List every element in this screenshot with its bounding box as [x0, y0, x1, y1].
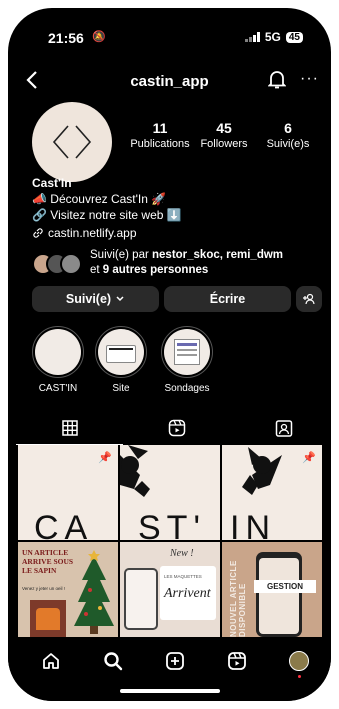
avatar: [60, 253, 82, 275]
highlight-ring: [95, 326, 147, 378]
link-icon: [33, 228, 43, 238]
followed-by-names: nestor_skoc, remi_dwm: [152, 249, 284, 261]
profile-avatar-tab[interactable]: [287, 649, 311, 673]
post-text: Arrivent: [164, 586, 211, 601]
battery-icon: 45: [285, 31, 303, 43]
tagged-icon: [275, 420, 292, 437]
bio-link-text: castin.netlify.app: [48, 226, 137, 240]
bio-link[interactable]: castin.netlify.app: [32, 225, 322, 241]
highlight-cover: [164, 329, 210, 375]
bell-icon[interactable]: [267, 70, 287, 95]
network-label: 5G: [264, 30, 281, 44]
highlight-label: Site: [112, 383, 130, 394]
highlight-cover: [98, 329, 144, 375]
add-person-button[interactable]: [296, 286, 322, 312]
followed-by[interactable]: Suivi(e) par nestor_skoc, remi_dwm et 9 …: [32, 248, 322, 284]
chevron-down-icon: [116, 296, 124, 302]
following-label: Suivi(e): [65, 292, 112, 306]
highlight-castin[interactable]: CAST'IN: [30, 326, 86, 394]
profile-tabs: [8, 411, 331, 445]
follower-avatars: [32, 253, 84, 277]
post-thumbnail[interactable]: New ! LES MAQUETTES Arrivent: [120, 542, 220, 637]
stat-value: 45: [216, 120, 232, 136]
profile-header: castin_app ···: [8, 70, 331, 94]
post-text: ST': [138, 509, 206, 540]
status-bar: 21:56 🔕 5G 45: [8, 30, 331, 50]
message-button[interactable]: Écrire: [164, 286, 291, 312]
post-thumbnail[interactable]: 📌 CA: [18, 445, 118, 540]
home-indicator: [120, 689, 220, 693]
christmas-tree-icon: [74, 550, 114, 634]
followed-by-prefix: Suivi(e) par: [90, 249, 152, 261]
add-person-icon: [303, 293, 315, 305]
highlight-site[interactable]: Site: [93, 326, 149, 394]
followed-by-others: 9 autres personnes: [102, 264, 209, 276]
post-thumbnail[interactable]: UN ARTICLE ARRIVE SOUS LE SAPIN Venez y …: [18, 542, 118, 637]
profile-name: Cast'In: [32, 176, 72, 190]
highlight-label: Sondages: [164, 383, 210, 394]
stat-following[interactable]: 6 Suivi(e)s: [260, 120, 316, 150]
highlight-cover: [35, 329, 81, 375]
post-thumbnail[interactable]: 📌 IN: [222, 445, 322, 540]
stat-label: Suivi(e)s: [266, 138, 310, 150]
castin-logo-icon: [52, 125, 92, 159]
spotlight-icon: [120, 445, 150, 497]
stat-followers[interactable]: 45 Followers: [196, 120, 252, 150]
reels-icon: [168, 419, 185, 437]
tab-grid[interactable]: [16, 411, 123, 445]
tab-tagged[interactable]: [230, 411, 331, 445]
highlight-sondages[interactable]: Sondages: [159, 326, 215, 394]
grid-icon: [61, 419, 78, 436]
post-text: CA: [34, 509, 94, 540]
highlight-ring: [161, 326, 213, 378]
post-text: UN ARTICLE ARRIVE SOUS LE SAPIN: [22, 548, 74, 575]
post-thumbnail[interactable]: NOUVEL ARTICLE DISPONIBLE GESTION: [222, 542, 322, 637]
stat-label: Publications: [130, 138, 190, 150]
create-post-icon[interactable]: [163, 649, 187, 673]
post-text: IN: [230, 509, 276, 540]
following-button[interactable]: Suivi(e): [32, 286, 159, 312]
phone-screen: 21:56 🔕 5G 45 castin_app ··· 11 Publicat…: [8, 8, 331, 701]
more-options-icon[interactable]: ···: [300, 70, 319, 88]
pinned-icon: 📌: [302, 452, 316, 464]
followed-by-and: et: [90, 264, 103, 276]
reels-icon[interactable]: [225, 649, 249, 673]
post-text: NOUVEL ARTICLE DISPONIBLE: [229, 560, 247, 637]
highlight-ring: [32, 326, 84, 378]
stat-label: Followers: [200, 138, 248, 150]
bio-line: 🔗 Visitez notre site web ⬇️: [32, 208, 182, 222]
profile-bio: Cast'In 📣 Découvrez Cast'In 🚀 🔗 Visitez …: [32, 175, 322, 241]
stat-value: 11: [152, 120, 168, 136]
post-text: New !: [170, 548, 194, 559]
posts-grid: 📌 CA ST' 📌 IN UN ARTICLE ARRIVE SOUS LE …: [18, 445, 322, 637]
silent-bell-icon: 🔕: [92, 31, 106, 43]
home-icon[interactable]: [39, 649, 63, 673]
spotlight-icon: [242, 447, 282, 495]
post-subtext: LES MAQUETTES: [164, 574, 202, 579]
stat-value: 6: [284, 120, 292, 136]
post-thumbnail[interactable]: ST': [120, 445, 220, 540]
signal-icon: [244, 32, 260, 42]
clock: 21:56: [48, 30, 84, 46]
notification-dot: [298, 675, 301, 678]
highlight-label: CAST'IN: [38, 383, 78, 394]
search-icon[interactable]: [101, 649, 125, 673]
post-subtext: Venez y jeter un oeil !: [22, 586, 66, 591]
tab-reels[interactable]: [123, 411, 230, 445]
profile-avatar[interactable]: [32, 102, 112, 182]
message-label: Écrire: [209, 292, 246, 306]
stat-publications[interactable]: 11 Publications: [130, 120, 190, 150]
bio-line: 📣 Découvrez Cast'In 🚀: [32, 192, 167, 206]
post-text: GESTION: [254, 580, 316, 593]
pinned-icon: 📌: [98, 452, 112, 464]
